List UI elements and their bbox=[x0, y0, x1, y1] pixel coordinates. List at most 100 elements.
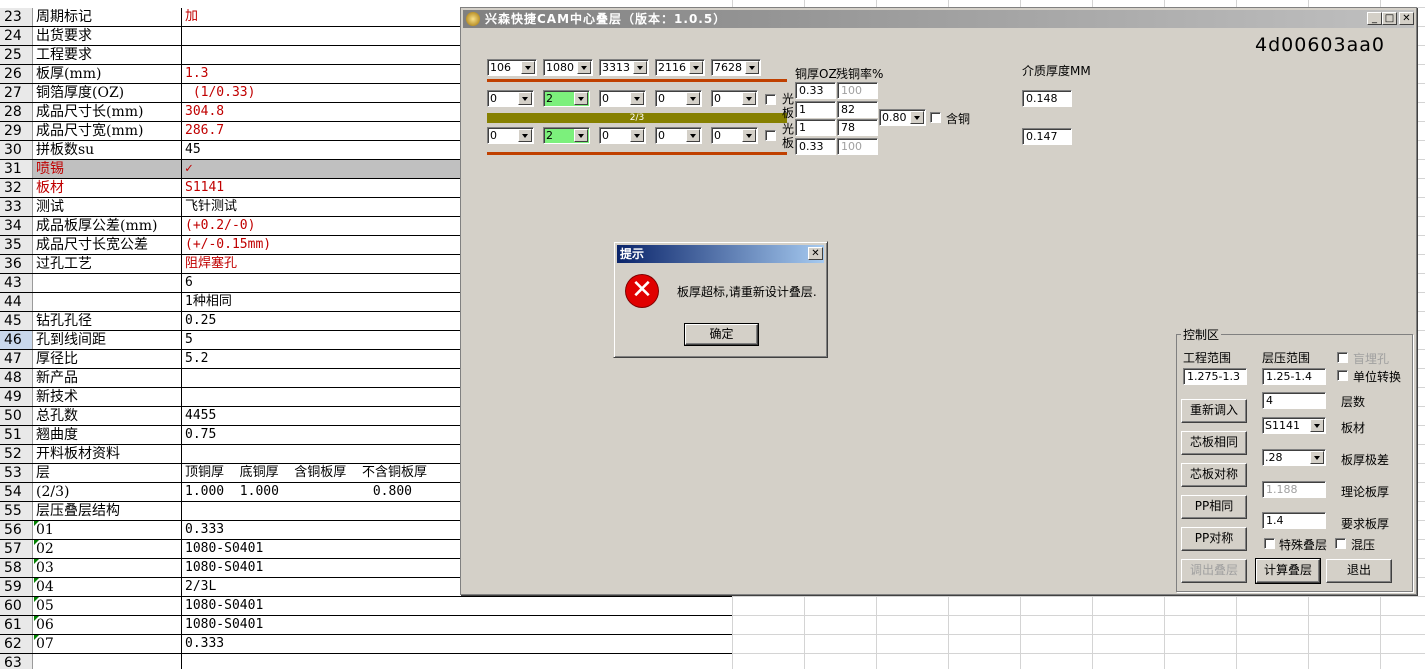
cell-label[interactable]: 板材 bbox=[34, 179, 182, 197]
cell-label[interactable]: 开料板材资料 bbox=[34, 445, 182, 463]
material-select[interactable]: 0 bbox=[655, 127, 702, 144]
row-header[interactable]: 61 bbox=[0, 616, 33, 634]
cell-label[interactable]: 厚径比 bbox=[34, 350, 182, 368]
cell-label[interactable]: 测试 bbox=[34, 198, 182, 216]
reload-button[interactable]: 重新调入 bbox=[1181, 399, 1247, 423]
residual-rate-field[interactable]: 78 bbox=[837, 119, 878, 136]
row-header[interactable]: 52 bbox=[0, 445, 33, 463]
copper-thickness-field[interactable]: 1 bbox=[795, 119, 836, 136]
cell-label[interactable]: 过孔工艺 bbox=[34, 255, 182, 273]
calculate-stack-button[interactable]: 计算叠层 bbox=[1255, 558, 1321, 584]
row-header[interactable]: 60 bbox=[0, 597, 33, 615]
dielectric-field[interactable]: 0.147 bbox=[1022, 128, 1072, 145]
unit-convert-checkbox[interactable] bbox=[1337, 370, 1348, 381]
material-select[interactable]: 0 bbox=[487, 90, 534, 107]
row-header[interactable]: 48 bbox=[0, 369, 33, 387]
chevron-down-icon[interactable] bbox=[745, 61, 759, 74]
row-header[interactable]: 58 bbox=[0, 559, 33, 577]
chevron-down-icon[interactable] bbox=[686, 129, 700, 142]
cell-label[interactable] bbox=[34, 274, 182, 292]
cell-label[interactable]: 拼板数su bbox=[34, 141, 182, 159]
cell-label[interactable]: 03 bbox=[34, 559, 182, 577]
cell-value[interactable]: 1080-S0401 bbox=[183, 616, 731, 634]
copper-thickness-field[interactable]: 1 bbox=[795, 101, 836, 118]
row-header[interactable]: 51 bbox=[0, 426, 33, 444]
pp-same-button[interactable]: PP相同 bbox=[1181, 495, 1247, 519]
chevron-down-icon[interactable] bbox=[742, 92, 756, 105]
cell-label[interactable]: 周期标记 bbox=[34, 8, 182, 26]
chevron-down-icon[interactable] bbox=[742, 129, 756, 142]
material-select[interactable]: 7628 bbox=[711, 59, 761, 76]
ok-button[interactable]: 确定 bbox=[684, 323, 759, 346]
material-select[interactable]: 0.80 bbox=[879, 109, 926, 126]
cell-label[interactable]: 01 bbox=[34, 521, 182, 539]
cell-label[interactable]: 06 bbox=[34, 616, 182, 634]
cell-label[interactable]: 翘曲度 bbox=[34, 426, 182, 444]
row-header[interactable]: 62 bbox=[0, 635, 33, 653]
cell-label[interactable]: 孔到线间距 bbox=[34, 331, 182, 349]
row-header[interactable]: 56 bbox=[0, 521, 33, 539]
core-same-button[interactable]: 芯板相同 bbox=[1181, 431, 1247, 455]
row-header[interactable]: 50 bbox=[0, 407, 33, 425]
chevron-down-icon[interactable] bbox=[1310, 451, 1324, 464]
cell-label[interactable]: 成品尺寸宽(mm) bbox=[34, 122, 182, 140]
row-header[interactable]: 35 bbox=[0, 236, 33, 254]
material-select[interactable]: 1080 bbox=[543, 59, 593, 76]
guang-ban-checkbox-1[interactable] bbox=[765, 94, 776, 105]
sheet-row[interactable]: 60 05 1080-S0401 bbox=[0, 597, 732, 616]
cell-label[interactable]: 02 bbox=[34, 540, 182, 558]
sheet-row[interactable]: 61 06 1080-S0401 bbox=[0, 616, 732, 635]
chevron-down-icon[interactable] bbox=[686, 92, 700, 105]
chevron-down-icon[interactable] bbox=[577, 61, 591, 74]
press-range-field[interactable]: 1.25-1.4 bbox=[1262, 368, 1326, 385]
row-header[interactable]: 33 bbox=[0, 198, 33, 216]
chevron-down-icon[interactable] bbox=[521, 61, 535, 74]
row-header[interactable]: 43 bbox=[0, 274, 33, 292]
row-header[interactable]: 44 bbox=[0, 293, 33, 311]
chevron-down-icon[interactable] bbox=[574, 92, 588, 105]
row-header[interactable]: 31 bbox=[0, 160, 33, 178]
row-header[interactable]: 55 bbox=[0, 502, 33, 520]
chevron-down-icon[interactable] bbox=[630, 92, 644, 105]
material-select[interactable]: 2116 bbox=[655, 59, 705, 76]
material-select[interactable]: 0 bbox=[599, 90, 646, 107]
material-select[interactable]: 3313 bbox=[599, 59, 649, 76]
window-titlebar[interactable]: 兴森快捷CAM中心叠层（版本：1.0.5） _ □ ✕ bbox=[463, 10, 1414, 28]
row-header[interactable]: 23 bbox=[0, 8, 33, 26]
dielectric-field[interactable]: 0.148 bbox=[1022, 90, 1072, 107]
cell-label[interactable]: (2/3) bbox=[34, 483, 182, 501]
residual-rate-field[interactable]: 82 bbox=[837, 101, 878, 118]
row-header[interactable]: 36 bbox=[0, 255, 33, 273]
row-header[interactable]: 28 bbox=[0, 103, 33, 121]
cell-value[interactable] bbox=[183, 654, 731, 669]
row-header[interactable]: 30 bbox=[0, 141, 33, 159]
maximize-button[interactable]: □ bbox=[1382, 12, 1397, 25]
cell-label[interactable]: 新技术 bbox=[34, 388, 182, 406]
han-tong-checkbox[interactable] bbox=[930, 112, 941, 123]
project-range-field[interactable]: 1.275-1.3 bbox=[1183, 368, 1247, 385]
cell-label[interactable]: 工程要求 bbox=[34, 46, 182, 64]
layers-field[interactable]: 4 bbox=[1262, 392, 1326, 409]
guang-ban-checkbox-2[interactable] bbox=[765, 130, 776, 141]
sheet-row[interactable]: 62 07 0.333 bbox=[0, 635, 732, 654]
row-header[interactable]: 32 bbox=[0, 179, 33, 197]
copper-thickness-field[interactable]: 0.33 bbox=[795, 138, 836, 155]
special-stack-checkbox[interactable] bbox=[1264, 538, 1275, 549]
row-header[interactable]: 34 bbox=[0, 217, 33, 235]
required-thickness-field[interactable]: 1.4 bbox=[1262, 512, 1326, 529]
cell-label[interactable]: 层压叠层结构 bbox=[34, 502, 182, 520]
material-select[interactable]: 106 bbox=[487, 59, 537, 76]
row-header[interactable]: 45 bbox=[0, 312, 33, 330]
chevron-down-icon[interactable] bbox=[518, 129, 532, 142]
chevron-down-icon[interactable] bbox=[633, 61, 647, 74]
material-select[interactable]: 0 bbox=[711, 90, 758, 107]
sheet-row[interactable]: 63 bbox=[0, 654, 732, 669]
cell-label[interactable]: 总孔数 bbox=[34, 407, 182, 425]
cell-label[interactable]: 05 bbox=[34, 597, 182, 615]
cell-label[interactable]: 07 bbox=[34, 635, 182, 653]
chevron-down-icon[interactable] bbox=[574, 129, 588, 142]
material-combo[interactable]: S1141 bbox=[1262, 417, 1326, 434]
material-select[interactable]: 2 bbox=[543, 127, 590, 144]
cell-label[interactable]: 04 bbox=[34, 578, 182, 596]
row-header[interactable]: 47 bbox=[0, 350, 33, 368]
